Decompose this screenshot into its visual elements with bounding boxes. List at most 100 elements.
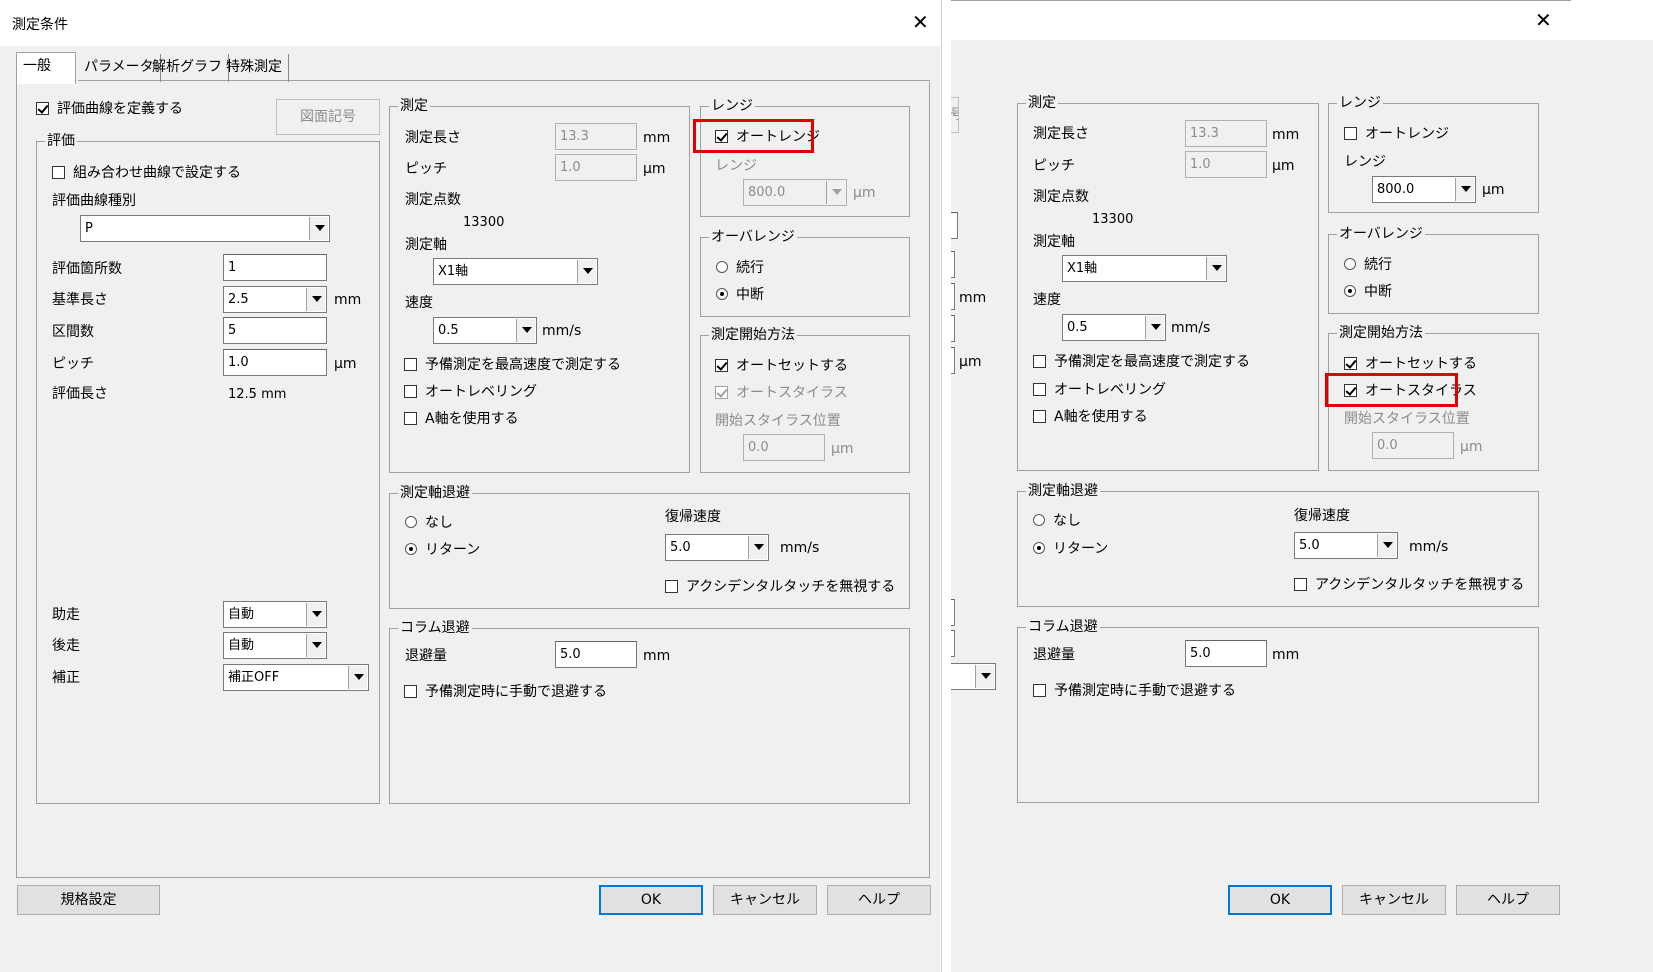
autoleveling-checkbox[interactable]: オートレベリング [1033, 381, 1166, 399]
chevron-down-icon[interactable] [309, 217, 328, 240]
cancel-button[interactable]: キャンセル [713, 885, 817, 915]
retract-amount-input[interactable]: 5.0 [555, 641, 637, 668]
tab-analysis-graph[interactable]: 解析グラフ [146, 54, 229, 82]
return-speed-value: 5.0 [670, 540, 691, 555]
retract-none-radio[interactable]: なし [1033, 512, 1081, 530]
cropped-input-1[interactable] [951, 212, 958, 239]
stylus-pos-input[interactable]: 0.0 [743, 434, 825, 461]
ignore-touch-checkbox[interactable]: アクシデンタルタッチを無視する [665, 578, 895, 596]
pre-run-select[interactable]: 自動 [223, 601, 327, 628]
cropped-input-5[interactable] [951, 347, 955, 374]
return-speed-select[interactable]: 5.0 [1294, 532, 1398, 559]
measure-pitch-input[interactable]: 1.0 [555, 154, 637, 181]
eval-pitch-input[interactable]: 1.0 [223, 349, 327, 376]
chevron-down-icon[interactable] [577, 260, 596, 283]
overrange-continue-radio[interactable]: 続行 [1344, 256, 1392, 274]
retract-return-radio[interactable]: リターン [1033, 540, 1108, 558]
post-run-select[interactable]: 自動 [223, 632, 327, 659]
use-a-axis-checkbox[interactable]: A軸を使用する [404, 410, 519, 428]
premeasure-max-checkbox[interactable]: 予備測定を最高速度で測定する [404, 356, 621, 374]
chevron-down-icon[interactable] [306, 634, 325, 657]
use-a-axis-checkbox[interactable]: A軸を使用する [1033, 408, 1148, 426]
chevron-down-icon[interactable] [1145, 316, 1164, 339]
correction-select[interactable]: 補正OFF [223, 664, 369, 691]
chevron-down-icon[interactable] [348, 666, 367, 689]
retract-none-radio[interactable]: なし [405, 514, 453, 532]
autoset-checkbox[interactable]: オートセットする [1344, 355, 1477, 373]
start-method-group-legend: 測定開始方法 [1337, 324, 1425, 342]
retract-return-radio[interactable]: リターン [405, 541, 480, 559]
measure-axis-select[interactable]: X1軸 [1062, 255, 1227, 282]
tab-special-measurement[interactable]: 特殊測定 [220, 54, 289, 82]
range-select[interactable]: 800.0 [743, 179, 847, 206]
cropped-unit-mm: mm [959, 290, 987, 306]
chevron-down-icon[interactable] [826, 181, 845, 204]
standard-settings-button[interactable]: 規格設定 [17, 885, 160, 915]
sections-input[interactable]: 1 [223, 254, 327, 281]
measure-length-input[interactable]: 13.3 [555, 123, 637, 150]
ok-button[interactable]: OK [599, 885, 703, 915]
close-icon[interactable]: ✕ [912, 12, 929, 32]
chevron-down-icon[interactable] [516, 319, 535, 342]
chevron-down-icon[interactable] [1455, 178, 1474, 201]
autostylus-checkbox[interactable]: オートスタイラス [1344, 382, 1477, 400]
stylus-pos-input[interactable]: 0.0 [1372, 432, 1454, 459]
cropped-input-7[interactable] [951, 630, 955, 657]
intervals-input[interactable]: 5 [223, 317, 327, 344]
measure-speed-select[interactable]: 0.5 [433, 317, 537, 344]
return-speed-select[interactable]: 5.0 [665, 534, 769, 561]
auto-range-checkbox[interactable]: オートレンジ [1344, 125, 1449, 143]
autostylus-checkbox[interactable]: オートスタイラス [715, 384, 848, 402]
help-button[interactable]: ヘルプ [1456, 885, 1560, 915]
chevron-down-icon[interactable] [1206, 257, 1225, 280]
chevron-down-icon[interactable] [975, 665, 994, 688]
ignore-touch-checkbox[interactable]: アクシデンタルタッチを無視する [1294, 576, 1524, 594]
cancel-button[interactable]: キャンセル [1342, 885, 1446, 915]
cropped-input-2[interactable] [951, 251, 955, 278]
title-bar: ✕ [951, 0, 1653, 40]
correction-label: 補正 [52, 670, 80, 686]
autoset-checkbox[interactable]: オートセットする [715, 357, 848, 375]
cropped-input-6[interactable] [951, 599, 955, 626]
chevron-down-icon[interactable] [306, 288, 325, 311]
drawing-symbol-button[interactable]: 図面記号 [276, 99, 380, 135]
overrange-continue-radio[interactable]: 続行 [716, 259, 764, 277]
ok-button[interactable]: OK [1228, 885, 1332, 915]
overrange-stop-radio[interactable]: 中断 [716, 286, 764, 304]
measure-axis-select[interactable]: X1軸 [433, 258, 598, 285]
close-icon[interactable]: ✕ [1535, 10, 1552, 30]
cropped-input-4[interactable] [951, 315, 955, 342]
chevron-down-icon[interactable] [1377, 534, 1396, 557]
overrange-stop-radio[interactable]: 中断 [1344, 283, 1392, 301]
auto-range-checkbox[interactable]: オートレンジ [715, 128, 820, 146]
pre-run-value: 自動 [228, 607, 255, 622]
manual-retract-checkbox[interactable]: 予備測定時に手動で退避する [404, 683, 607, 701]
measure-points-label: 測定点数 [405, 192, 461, 208]
combine-curve-checkbox[interactable]: 組み合わせ曲線で設定する [52, 164, 241, 182]
measure-length-input[interactable]: 13.3 [1185, 120, 1267, 147]
chevron-down-icon[interactable] [748, 536, 767, 559]
curve-type-select[interactable]: P [80, 215, 330, 242]
axis-retract-group-legend: 測定軸退避 [1026, 482, 1100, 500]
measure-pitch-input[interactable]: 1.0 [1185, 151, 1267, 178]
ref-length-select[interactable]: 2.5 [223, 286, 327, 313]
range-value: 800.0 [1377, 182, 1415, 197]
chevron-down-icon[interactable] [306, 603, 325, 626]
range-group-legend: レンジ [1337, 94, 1383, 112]
separator-line [941, 0, 942, 972]
premeasure-max-checkbox[interactable]: 予備測定を最高速度で測定する [1033, 353, 1250, 371]
measure-speed-select[interactable]: 0.5 [1062, 314, 1166, 341]
cropped-select[interactable] [951, 663, 996, 690]
range-select[interactable]: 800.0 [1372, 176, 1476, 203]
manual-retract-checkbox[interactable]: 予備測定時に手動で退避する [1033, 682, 1236, 700]
retract-amount-input[interactable]: 5.0 [1185, 640, 1267, 667]
define-eval-curve-checkbox[interactable]: 評価曲線を定義する [36, 100, 183, 118]
cropped-input-3[interactable] [951, 283, 955, 310]
checkbox-box [1294, 578, 1307, 591]
autoleveling-checkbox[interactable]: オートレベリング [404, 383, 537, 401]
tab-general[interactable]: 一般 [16, 52, 76, 84]
checkbox-box [1033, 684, 1046, 697]
help-button[interactable]: ヘルプ [827, 885, 931, 915]
correction-value: 補正OFF [228, 670, 280, 685]
drawing-symbol-button-partial[interactable]: 面記号 [951, 97, 959, 133]
